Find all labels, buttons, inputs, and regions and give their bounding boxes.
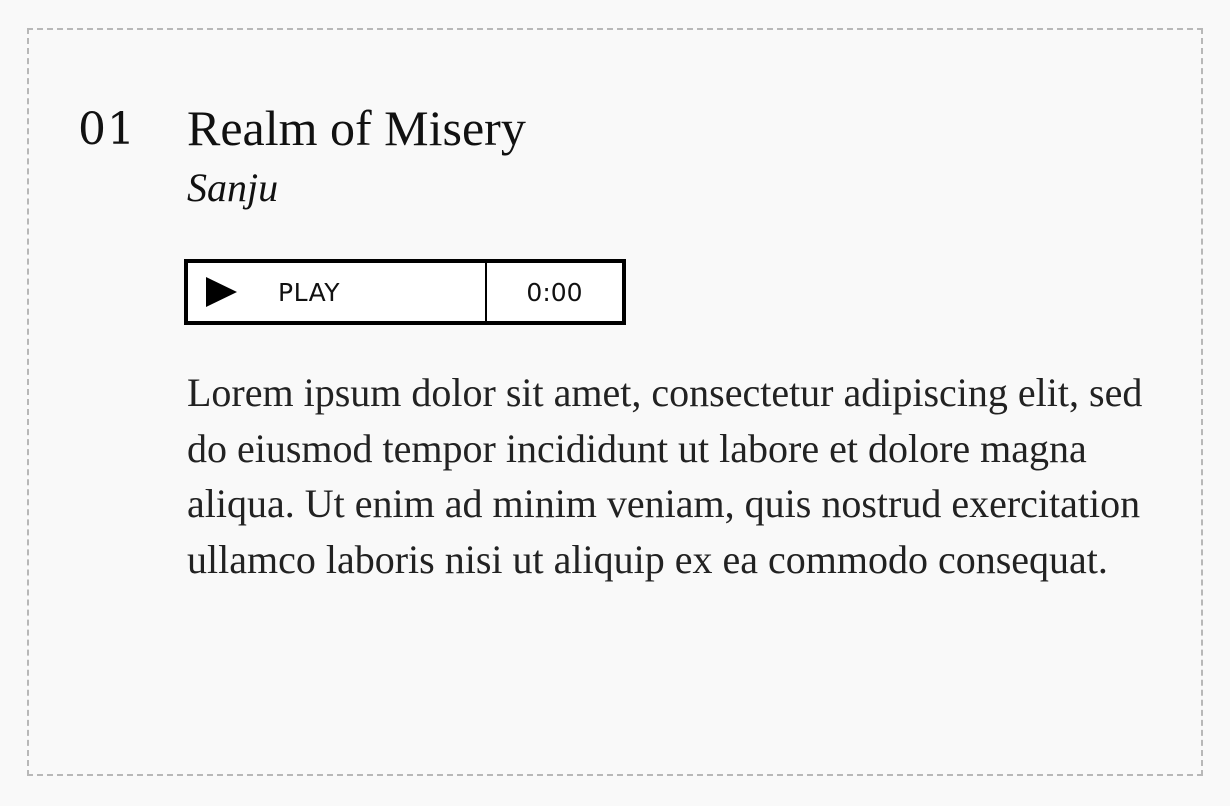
play-label: PLAY — [278, 277, 341, 307]
track-title: Realm of Misery — [187, 100, 526, 156]
track-artist: Sanju — [187, 165, 279, 210]
audio-player: PLAY 0:00 — [184, 259, 626, 325]
play-button[interactable]: PLAY — [188, 263, 487, 321]
track-number: 01 — [78, 104, 136, 155]
play-icon — [206, 277, 237, 307]
time-display: 0:00 — [526, 277, 583, 307]
track-description: Lorem ipsum dolor sit amet, consectetur … — [187, 370, 1143, 582]
